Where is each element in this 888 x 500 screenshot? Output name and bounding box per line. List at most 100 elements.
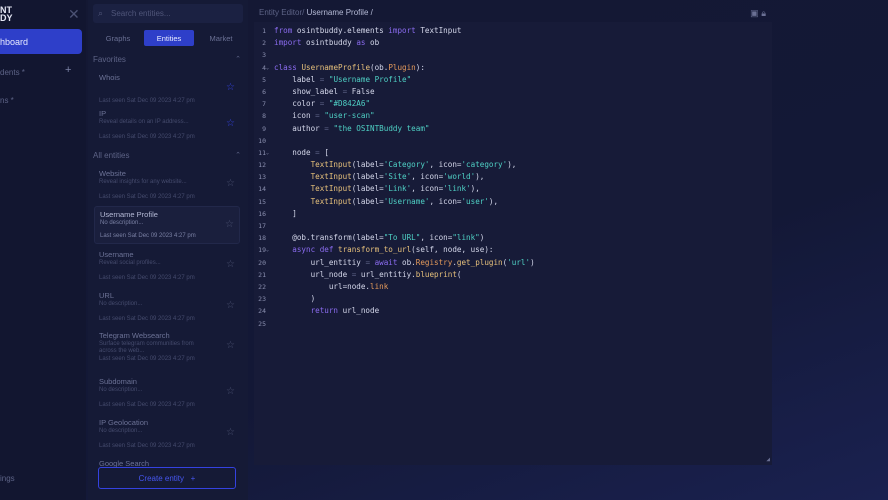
line-number: 2 [262, 39, 266, 48]
code-token: async def [274, 245, 339, 255]
entity-description: No description... [99, 387, 143, 393]
code-token: 'Category' [383, 160, 430, 170]
code-token: as [356, 38, 371, 48]
resize-handle-icon[interactable]: ◢ [766, 456, 770, 463]
code-token: ) [530, 257, 535, 267]
star-icon[interactable]: ☆ [226, 178, 235, 189]
code-line: 4 ⌄ class UsernameProfile(ob.Plugin): [254, 62, 772, 74]
code-line: 11 ⌄ node = [ [254, 147, 772, 159]
line-number: 10 [258, 136, 266, 145]
entity-title: Username Profile [100, 210, 158, 219]
entity-last-seen: Last seen Sat Dec 09 2023 4:27 pm [99, 134, 195, 140]
star-icon[interactable]: ☆ [226, 386, 235, 397]
fold-chevron-icon[interactable]: ⌄ [266, 147, 269, 159]
code-token: TextInput [310, 160, 352, 170]
code-token: "#D842A6" [328, 99, 371, 109]
breadcrumb-root[interactable]: Entity Editor/ [259, 8, 304, 17]
code-token: ob. [402, 257, 416, 267]
line-number: 7 [262, 100, 266, 109]
code-token: node [274, 147, 316, 157]
entity-list-item[interactable]: Username Profile No description... Last se… [94, 206, 240, 244]
code-line: 23 ) [254, 293, 772, 305]
star-filled-icon[interactable]: ☆ [226, 118, 235, 129]
code-token: ), [507, 160, 517, 170]
code-token: ), [488, 196, 499, 206]
entity-last-seen: Last seen Sat Dec 09 2023 4:27 pm [99, 316, 195, 322]
line-number: 13 [258, 173, 266, 182]
star-filled-icon[interactable]: ☆ [226, 82, 235, 93]
code-token: (ob. [370, 62, 389, 72]
line-number: 5 [262, 75, 266, 84]
create-entity-button[interactable]: Create entity + [98, 467, 236, 489]
code-token: "Username Profile" [328, 74, 412, 84]
entity-list-item[interactable]: Username Reveal social profiles... Last se… [94, 247, 240, 285]
save-icon[interactable]: ▣ [750, 8, 759, 18]
sidebar-item-dashboard[interactable]: hboard [0, 29, 82, 54]
add-incident-icon[interactable]: + [65, 64, 71, 76]
tab-graphs[interactable]: Graphs [93, 30, 143, 46]
code-token: url_node [274, 269, 352, 279]
code-token: label [274, 74, 320, 84]
code-line: 1 from osintbuddy.elements import TextInp… [254, 25, 772, 37]
create-entity-label: Create entity [138, 474, 184, 483]
chevron-up-icon[interactable]: ⌃ [235, 151, 241, 159]
star-icon[interactable]: ☆ [226, 340, 235, 351]
entity-last-seen: Last seen Sat Dec 09 2023 4:27 pm [100, 233, 196, 239]
code-token: UsernameProfile [301, 62, 371, 72]
code-editor[interactable]: 1 from osintbuddy.elements import TextInp… [254, 22, 772, 465]
entity-list-item[interactable]: URL No description... Last seen Sat Dec 09… [94, 288, 240, 326]
close-sidebar-icon[interactable]: ✕ [68, 6, 80, 23]
all-entities-header[interactable]: All entities ⌃ [93, 151, 241, 160]
entity-title: Subdomain [99, 377, 137, 386]
entity-list-item[interactable]: IP Reveal details on an IP address... Last… [94, 106, 240, 144]
entities-panel: ⌕ Search entities... Graphs Entities Mark… [88, 0, 248, 500]
code-line: 10 [254, 135, 772, 147]
line-number: 11 [258, 148, 266, 157]
fold-chevron-icon[interactable]: ⌄ [266, 244, 269, 256]
entity-title: Website [99, 169, 126, 178]
sidebar-item-graphs[interactable]: ns * [0, 96, 14, 105]
code-token: get_plugin [456, 257, 503, 267]
fold-chevron-icon[interactable]: ⌄ [266, 62, 269, 74]
tab-entities[interactable]: Entities [144, 30, 194, 46]
main-sidebar: NT DY ✕ hboard dents * + ns * ings [0, 0, 86, 500]
code-line: 18 @ob.transform(label="To URL", icon="l… [254, 232, 772, 244]
search-input[interactable]: ⌕ Search entities... [93, 4, 243, 23]
code-token: [ [324, 147, 329, 157]
star-icon[interactable]: ☆ [225, 219, 234, 230]
sidebar-item-incidents[interactable]: dents * [0, 68, 25, 77]
line-number: 17 [258, 222, 266, 230]
code-token: Plugin [388, 62, 416, 72]
favorites-label: Favorites [93, 55, 126, 64]
code-token: 'Link' [383, 184, 412, 194]
code-line: 9 author = "the OSINTBuddy team" [254, 123, 772, 135]
star-icon[interactable]: ☆ [226, 427, 235, 438]
entity-list-item[interactable]: Website Reveal insights for any website..… [94, 166, 240, 204]
code-line: 24 return url_node [254, 305, 772, 317]
chevron-up-icon[interactable]: ⌃ [235, 55, 241, 63]
favorites-header[interactable]: Favorites ⌃ [93, 55, 241, 64]
line-number: 25 [258, 319, 266, 328]
code-token: , icon= [411, 184, 444, 194]
code-token: (label= [351, 184, 384, 194]
entity-list-item[interactable]: IP Geolocation No description... Last seen… [94, 415, 240, 453]
entity-list-item[interactable]: Subdomain No description... Last seen Sat … [94, 374, 240, 412]
code-token: TextInput [310, 196, 352, 206]
code-token: class [274, 62, 302, 72]
entity-list-item[interactable]: Whois Last seen Sat Dec 09 2023 4:27 pm ☆ [94, 70, 240, 108]
star-icon[interactable]: ☆ [226, 259, 235, 270]
code-token: = [319, 74, 329, 84]
code-token: ): [415, 62, 425, 72]
code-token: osintbuddy.elements [296, 26, 389, 35]
star-icon[interactable]: ☆ [226, 300, 235, 311]
entity-last-seen: Last seen Sat Dec 09 2023 4:27 pm [99, 98, 195, 104]
lock-icon[interactable]: 🔒︎ [761, 8, 766, 18]
entity-list-item[interactable]: Telegram Websearch Surface telegram commu… [94, 328, 240, 366]
code-line: 19 ⌄ async def transform_to_url(self, nod… [254, 244, 772, 256]
code-token: 'user' [461, 196, 489, 206]
tab-market[interactable]: Market [196, 30, 246, 46]
sidebar-item-settings[interactable]: ings [0, 474, 15, 483]
code-line: 5 label = "Username Profile" [254, 74, 772, 86]
